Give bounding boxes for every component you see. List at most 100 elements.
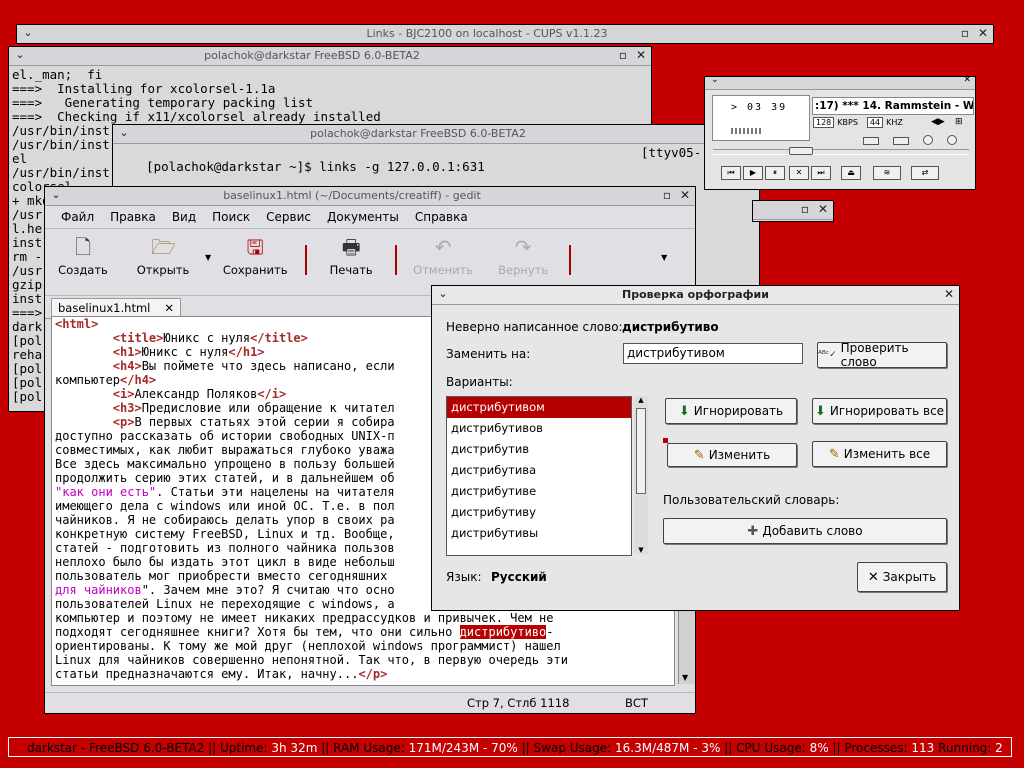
links-window[interactable]: ⌄ Links - BJC2100 on localhost - CUPS v1… <box>16 24 994 44</box>
terminal2-titlebar[interactable]: ⌄ polachok@darkstar FreeBSD 6.0-BETA2 <box>113 125 759 144</box>
player-shuffle-button[interactable]: ≋ <box>873 166 901 180</box>
arrow-down-all-icon: ⬇ <box>814 403 826 419</box>
open-button[interactable]: 🗁 Открыть <box>121 235 205 277</box>
maximize-icon[interactable]: ▫ <box>616 48 630 62</box>
new-button[interactable]: 🗋 Создать <box>45 235 121 277</box>
variant-item[interactable]: дистрибутиву <box>447 502 631 523</box>
toolbar-overflow-arrow-icon[interactable]: ▼ <box>661 253 667 262</box>
player-seek-handle[interactable] <box>789 147 813 155</box>
menu-edit[interactable]: Правка <box>102 210 164 224</box>
variant-item[interactable]: дистрибутива <box>447 460 631 481</box>
scroll-down-arrow-icon[interactable]: ▼ <box>682 673 688 682</box>
code-text: статей - подготовить из полного чайника … <box>55 541 395 555</box>
toolbar-separator <box>305 245 308 275</box>
audio-player[interactable]: ⌄ ✕ > 03 39 :17) *** 14. Rammstein - W 1… <box>704 75 976 190</box>
maximize-icon[interactable]: ▫ <box>798 202 812 216</box>
menu-documents[interactable]: Документы <box>319 210 407 224</box>
redo-button-label: Вернуть <box>498 263 549 277</box>
terminal-line: ===> Installing for xcolorsel-1.1a <box>12 81 276 96</box>
menu-help[interactable]: Справка <box>407 210 476 224</box>
status-ram: 171M/243M - 70% <box>408 741 518 755</box>
player-eject-button[interactable]: ⏏ <box>841 166 861 180</box>
player-eq-toggle[interactable] <box>923 135 933 145</box>
code-text: доступно рассказать об истории свободных… <box>55 429 395 443</box>
status-proc: 113 <box>911 741 935 755</box>
scroll-down-arrow-icon[interactable]: ▼ <box>634 546 648 554</box>
close-icon[interactable]: ✕ <box>942 287 956 301</box>
player-seek-bar[interactable] <box>713 147 969 155</box>
replace-input-value: дистрибутивом <box>627 346 725 360</box>
arrow-down-icon: ⬇ <box>678 403 690 419</box>
minimize-icon[interactable]: ▫ <box>958 26 972 40</box>
player-playlist-toggle[interactable] <box>947 135 957 145</box>
code-text: компьютер <box>55 373 121 387</box>
spellcheck-titlebar[interactable]: ⌄ Проверка орфографии ✕ <box>432 286 959 305</box>
variant-item[interactable]: дистрибутивом <box>447 397 631 418</box>
window-menu-icon[interactable]: ⌄ <box>21 26 35 40</box>
close-icon[interactable]: ✕ <box>976 26 990 40</box>
links-titlebar[interactable]: ⌄ Links - BJC2100 on localhost - CUPS v1… <box>17 25 993 43</box>
menu-tools[interactable]: Сервис <box>258 210 319 224</box>
close-button[interactable]: ✕ Закрыть <box>857 562 947 592</box>
spellcheck-dialog[interactable]: ⌄ Проверка орфографии ✕ Неверно написанн… <box>431 285 960 611</box>
menu-file[interactable]: Файл <box>53 210 102 224</box>
background-window-titlebar[interactable]: ▫ ✕ <box>753 201 833 220</box>
player-repeat-button[interactable]: ⇄ <box>911 166 939 180</box>
window-menu-icon[interactable]: ⌄ <box>49 188 63 202</box>
check-word-button[interactable]: ᴬᴮᶜ✓ Проверить слово <box>817 341 947 369</box>
undo-button[interactable]: ↶ Отменить <box>403 235 483 277</box>
player-pause-button[interactable]: ⏸ <box>765 166 785 180</box>
player-balance-slider[interactable] <box>893 137 909 145</box>
variant-item[interactable]: дистрибутивов <box>447 418 631 439</box>
scroll-thumb[interactable] <box>636 408 646 494</box>
variant-item[interactable]: дистрибутиве <box>447 481 631 502</box>
player-prev-button[interactable]: ⏮ <box>721 166 741 180</box>
close-button-label: Закрыть <box>882 570 937 584</box>
scroll-up-arrow-icon[interactable]: ▲ <box>634 396 648 404</box>
background-window[interactable]: ▫ ✕ <box>752 200 834 222</box>
window-menu-icon[interactable]: ⌄ <box>117 126 131 140</box>
ignore-button[interactable]: ⬇ Игнорировать <box>665 398 797 424</box>
menu-search[interactable]: Поиск <box>204 210 258 224</box>
replace-input[interactable]: дистрибутивом <box>623 343 803 364</box>
maximize-icon[interactable]: ▫ <box>660 188 674 202</box>
player-titlebar[interactable]: ⌄ ✕ <box>705 75 975 90</box>
add-word-button[interactable]: ✚ Добавить слово <box>663 518 947 544</box>
variants-list[interactable]: дистрибутивом дистрибутивов дистрибутив дис… <box>446 396 632 556</box>
print-button[interactable]: 🖶 Печать <box>313 235 389 277</box>
redo-button[interactable]: ↷ Вернуть <box>483 235 563 277</box>
variant-item[interactable]: дистрибутив <box>447 439 631 460</box>
player-menu-icon[interactable]: ⌄ <box>711 75 719 85</box>
code-text: Вы поймете что здесь написано, если <box>141 359 395 373</box>
close-icon[interactable]: ✕ <box>816 202 830 216</box>
toolbar-separator <box>395 245 398 275</box>
status-host: darkstar - FreeBSD 6.0-BETA2 <box>27 741 205 755</box>
player-play-button[interactable]: ▶ <box>743 166 763 180</box>
window-menu-icon[interactable]: ⌄ <box>436 287 450 301</box>
close-icon[interactable]: ✕ <box>678 188 692 202</box>
player-close-icon[interactable]: ✕ <box>963 75 971 85</box>
player-stop-button[interactable]: ✕ <box>789 166 809 180</box>
save-button[interactable]: 🖫 Сохранить <box>211 235 299 277</box>
gedit-titlebar[interactable]: ⌄ baselinux1.html (~/Documents/creatiff)… <box>45 187 695 206</box>
ignore-all-button[interactable]: ⬇ Игнорировать все <box>812 398 947 424</box>
window-menu-icon[interactable]: ⌄ <box>13 48 27 62</box>
change-all-button[interactable]: ✎ Изменить все <box>812 441 947 467</box>
terminal1-titlebar[interactable]: ⌄ polachok@darkstar FreeBSD 6.0-BETA2 ▫ ✕ <box>9 47 651 66</box>
menu-view[interactable]: Вид <box>164 210 204 224</box>
code-text: пользователь мог приобрести вместо сегод… <box>55 569 395 583</box>
html-tag: </p> <box>358 667 388 681</box>
close-icon[interactable]: ✕ <box>634 48 648 62</box>
player-next-button[interactable]: ⏭ <box>811 166 831 180</box>
variant-item[interactable]: дистрибутивы <box>447 523 631 544</box>
player-volume-slider[interactable] <box>863 137 879 145</box>
html-tag: </h1> <box>228 345 265 359</box>
links-window-title: Links - BJC2100 on localhost - CUPS v1.1… <box>366 27 608 40</box>
variants-scrollbar[interactable]: ▲ ▼ <box>634 396 648 554</box>
change-button[interactable]: ✎ Изменить <box>667 443 797 467</box>
document-tab[interactable]: baselinux1.html ✕ <box>51 298 181 318</box>
player-volume-icon[interactable]: ◀▶ <box>931 117 945 127</box>
player-balance-icon[interactable]: ⊞ <box>955 117 963 127</box>
new-button-label: Создать <box>58 263 108 277</box>
